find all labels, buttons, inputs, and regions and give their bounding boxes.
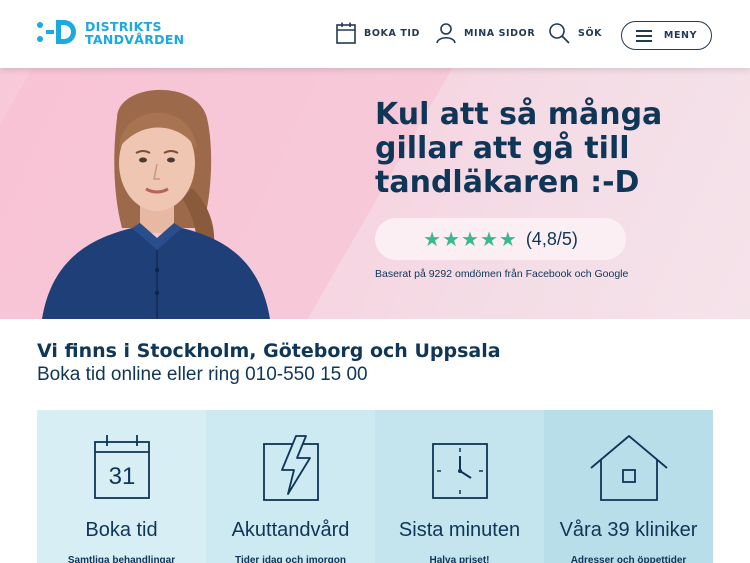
card-title: Akuttandvård xyxy=(231,519,350,541)
search-icon xyxy=(549,23,570,44)
nav-my-pages[interactable]: MINA SIDOR xyxy=(436,22,535,44)
card-subtitle: Halva priset! xyxy=(429,555,490,563)
card-title: Boka tid xyxy=(85,519,158,541)
dentist-photo xyxy=(42,89,270,319)
user-icon xyxy=(436,23,456,44)
card-clinics[interactable]: Våra 39 kliniker Adresser och öppettider xyxy=(544,410,713,563)
star-rating-icon: ★★★★★ xyxy=(423,228,518,251)
logo-mark-icon xyxy=(37,18,79,48)
lightning-icon xyxy=(262,435,319,501)
logo-text: DISTRIKTS TANDVÅRDEN xyxy=(85,20,184,46)
card-subtitle: Tider idag och imorgon xyxy=(235,555,346,563)
locations-subtitle: Boka tid online eller ring 010-550 15 00 xyxy=(37,364,368,385)
menu-button[interactable]: MENY xyxy=(621,21,712,50)
card-title: Våra 39 kliniker xyxy=(559,519,698,541)
card-subtitle: Samtliga behandlingar xyxy=(67,555,176,563)
nav-search-label: SÖK xyxy=(578,27,603,39)
card-title: Sista minuten xyxy=(398,519,521,541)
nav-book-label: BOKA TID xyxy=(364,27,421,39)
nav-search[interactable]: SÖK xyxy=(548,22,602,44)
calendar-icon xyxy=(336,22,356,44)
service-cards: 31 Boka tid Samtliga behandlingar Akutta… xyxy=(37,410,713,563)
hero-banner: Kul att så många gillar att gå till tand… xyxy=(0,68,750,319)
rating-value: (4,8/5) xyxy=(525,228,578,249)
nav-my-pages-label: MINA SIDOR xyxy=(464,27,536,39)
calendar-icon: 31 xyxy=(93,435,150,499)
calendar-day: 31 xyxy=(108,463,135,490)
house-icon xyxy=(589,435,668,501)
hero-title: Kul att så många gillar att gå till tand… xyxy=(375,97,663,200)
card-emergency[interactable]: Akuttandvård Tider idag och imorgon xyxy=(206,410,375,563)
nav-book-appointment[interactable]: BOKA TID xyxy=(336,22,420,44)
site-header: DISTRIKTS TANDVÅRDEN BOKA TID MINA SIDOR… xyxy=(0,0,750,68)
clock-icon xyxy=(431,443,488,499)
rating-pill: ★★★★★ (4,8/5) xyxy=(375,218,626,260)
hamburger-icon xyxy=(635,30,652,42)
logo[interactable]: DISTRIKTS TANDVÅRDEN xyxy=(37,18,184,48)
locations-title: Vi finns i Stockholm, Göteborg och Uppsa… xyxy=(37,340,501,362)
card-last-minute[interactable]: Sista minuten Halva priset! xyxy=(375,410,544,563)
card-subtitle: Adresser och öppettider xyxy=(570,555,687,563)
card-book-appointment[interactable]: 31 Boka tid Samtliga behandlingar xyxy=(37,410,206,563)
logo-line-2: TANDVÅRDEN xyxy=(85,32,185,47)
menu-label: MENY xyxy=(663,30,698,41)
rating-note: Baserat på 9292 omdömen från Facebook oc… xyxy=(375,268,629,280)
